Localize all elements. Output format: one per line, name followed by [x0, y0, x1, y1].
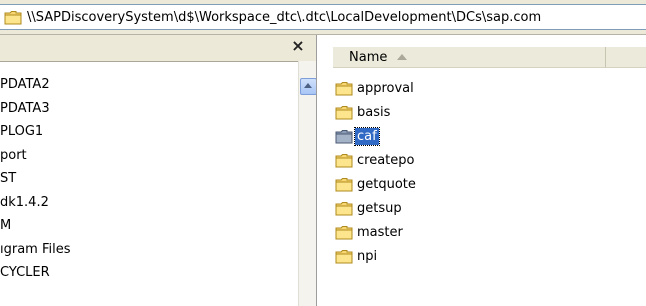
tree-item[interactable]: PDATA2: [0, 73, 296, 97]
folder-icon: [335, 81, 353, 95]
file-item-master[interactable]: master: [335, 220, 418, 244]
file-item-label: npi: [357, 248, 378, 264]
folder-icon: [335, 153, 353, 167]
file-item-getsup[interactable]: getsup: [335, 196, 418, 220]
file-item-createpo[interactable]: createpo: [335, 148, 418, 172]
folder-icon: [335, 129, 353, 143]
folder-icon: [335, 249, 353, 263]
file-list-pane: Name approval basis caf createpo getquot…: [317, 35, 646, 306]
folder-icon: [335, 225, 353, 239]
close-pane-button[interactable]: ×: [289, 37, 307, 55]
tree-item[interactable]: PDATA3: [0, 97, 296, 121]
tree-item[interactable]: ıgram Files: [0, 238, 296, 262]
vertical-scrollbar[interactable]: [298, 61, 316, 306]
file-item-label: caf: [354, 126, 380, 146]
folder-icon: [335, 201, 353, 215]
file-item-label: basis: [357, 104, 391, 120]
address-bar: \\SAPDiscoverySystem\d$\Workspace_dtc\.d…: [0, 0, 646, 35]
tree-item[interactable]: PLOG1: [0, 120, 296, 144]
folders-pane-header: ×: [0, 35, 316, 62]
file-item-label: approval: [357, 80, 414, 96]
sort-ascending-icon: [397, 54, 408, 60]
folder-icon: [335, 177, 353, 191]
folders-pane: × PDATA2 PDATA3 PLOG1 port ST dk1.4.2 M …: [0, 35, 317, 306]
folder-icon: [335, 105, 353, 119]
folder-tree: PDATA2 PDATA3 PLOG1 port ST dk1.4.2 M ıg…: [0, 73, 296, 285]
file-item-npi[interactable]: npi: [335, 244, 418, 268]
name-column-label: Name: [349, 49, 388, 65]
chevron-up-icon: [304, 83, 312, 88]
file-list: approval basis caf createpo getquote get…: [335, 76, 418, 268]
file-item-label: master: [357, 224, 403, 240]
file-item-label: createpo: [357, 152, 415, 168]
address-field[interactable]: \\SAPDiscoverySystem\d$\Workspace_dtc\.d…: [0, 4, 646, 30]
tree-item[interactable]: ST: [0, 167, 296, 191]
folder-icon: [4, 10, 22, 24]
tree-item[interactable]: dk1.4.2: [0, 191, 296, 215]
column-header-extra[interactable]: [606, 47, 646, 68]
file-item-approval[interactable]: approval: [335, 76, 418, 100]
file-item-caf[interactable]: caf: [335, 124, 418, 148]
scroll-up-button[interactable]: [300, 78, 316, 95]
address-path: \\SAPDiscoverySystem\d$\Workspace_dtc\.d…: [27, 9, 542, 25]
file-item-basis[interactable]: basis: [335, 100, 418, 124]
tree-item[interactable]: port: [0, 144, 296, 168]
file-item-getquote[interactable]: getquote: [335, 172, 418, 196]
tree-item[interactable]: CYCLER: [0, 261, 296, 285]
name-column-header[interactable]: Name: [333, 47, 606, 68]
file-item-label: getsup: [357, 200, 402, 216]
file-item-label: getquote: [357, 176, 416, 192]
tree-item[interactable]: M: [0, 214, 296, 238]
